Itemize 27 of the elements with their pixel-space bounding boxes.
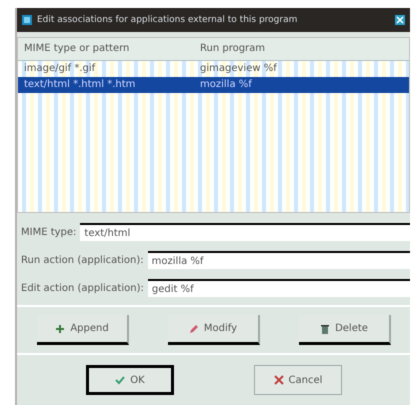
modify-button[interactable]: Modify (168, 315, 260, 345)
check-icon (114, 374, 126, 386)
column-header[interactable]: Run program (194, 43, 370, 54)
list-row[interactable]: text/html *.html *.htm mozilla %f (18, 76, 409, 93)
trash-icon (319, 322, 332, 334)
input-field[interactable]: text/html (80, 223, 410, 241)
table-cell-text: gimageview %f (199, 63, 278, 74)
delete-button[interactable]: Delete (298, 315, 390, 345)
column-header[interactable]: MIME type or pattern (18, 43, 194, 54)
plus-icon (54, 322, 66, 334)
field-label: MIME type: (21, 226, 76, 238)
cancel-button[interactable]: Cancel (254, 365, 342, 395)
window-title: Edit associations for applications external to this program (37, 14, 298, 25)
close-icon[interactable] (394, 14, 406, 26)
table-cell-text: image/gif *.gif (23, 63, 96, 74)
field-label: Edit action (application): (21, 282, 144, 294)
list-row[interactable]: image/gif *.gif gimageview %f (18, 60, 409, 77)
append-button[interactable]: Append (36, 315, 128, 345)
input-field[interactable]: mozilla %f (148, 251, 410, 269)
ok-button[interactable]: OK (86, 365, 174, 395)
table-cell-text: text/html *.html *.htm (23, 79, 136, 90)
input-field[interactable]: gedit %f (148, 279, 410, 297)
cross-icon (272, 374, 285, 386)
table-cell-text: mozilla %f (199, 79, 253, 90)
window-icon (21, 14, 33, 26)
field-label: Run action (application): (21, 254, 144, 266)
pencil-icon (188, 322, 200, 334)
